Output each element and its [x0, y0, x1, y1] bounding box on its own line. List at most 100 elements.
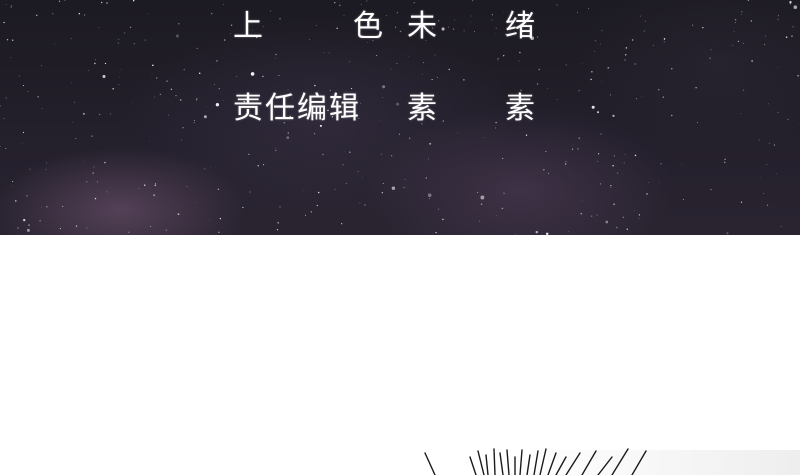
star [734, 22, 736, 24]
star [46, 162, 47, 164]
star [41, 206, 42, 208]
star [5, 97, 7, 99]
star [366, 0, 368, 2]
star [658, 182, 660, 184]
star [351, 88, 353, 90]
star [154, 183, 157, 185]
star [724, 158, 726, 160]
star [94, 62, 96, 65]
star [503, 192, 505, 194]
star [222, 4, 224, 6]
star [777, 18, 779, 21]
star [26, 228, 30, 232]
star [334, 188, 336, 190]
star [780, 226, 782, 227]
credit-editor-name1: 素 [407, 91, 437, 126]
star [491, 19, 493, 21]
star [345, 183, 347, 184]
star [102, 75, 106, 78]
star [277, 222, 279, 224]
star [399, 30, 402, 33]
star [159, 93, 161, 95]
star [599, 183, 602, 185]
star [453, 28, 455, 30]
star [219, 217, 222, 220]
star [497, 57, 499, 59]
star [391, 186, 396, 190]
star [118, 38, 120, 40]
star [638, 214, 641, 216]
star [435, 231, 437, 234]
star [211, 12, 213, 15]
star [545, 150, 547, 153]
star [463, 79, 465, 81]
star [101, 1, 103, 4]
star-field [0, 0, 799, 235]
star [787, 118, 789, 121]
star [390, 68, 392, 70]
star [83, 161, 85, 162]
star [287, 132, 290, 134]
star [751, 60, 753, 62]
star [732, 45, 734, 46]
star [695, 87, 697, 89]
star [98, 27, 100, 28]
star [437, 77, 438, 78]
star [422, 62, 424, 64]
star [646, 193, 648, 195]
star [682, 198, 685, 201]
star [104, 62, 107, 65]
star [41, 108, 43, 110]
star [591, 71, 593, 73]
star [314, 133, 316, 135]
star [206, 106, 207, 108]
star [587, 7, 590, 10]
star [600, 133, 602, 135]
star [777, 66, 779, 68]
star [83, 113, 85, 115]
star [740, 201, 743, 203]
star [501, 207, 504, 210]
star [636, 98, 638, 100]
star [543, 169, 545, 171]
star [470, 15, 472, 17]
star [10, 5, 12, 6]
star [92, 172, 94, 174]
star [269, 10, 271, 12]
star [35, 14, 38, 17]
star [218, 88, 220, 90]
star [382, 85, 386, 89]
star [442, 120, 444, 122]
star [428, 197, 430, 199]
star [747, 0, 750, 1]
star [765, 35, 766, 37]
star [10, 6, 12, 8]
star [610, 184, 612, 187]
star [209, 166, 211, 168]
star [71, 82, 72, 84]
star [309, 39, 310, 41]
star [130, 26, 132, 28]
star [740, 113, 742, 115]
star [616, 226, 618, 229]
star [391, 155, 393, 157]
star [46, 205, 48, 208]
star [37, 96, 39, 98]
star [23, 218, 26, 222]
star [470, 21, 471, 23]
star [582, 199, 584, 201]
star [431, 78, 433, 81]
star [407, 56, 409, 58]
star [58, 0, 61, 2]
star [474, 31, 476, 33]
star [758, 139, 760, 141]
star [5, 3, 7, 5]
star [457, 132, 459, 134]
star [479, 220, 481, 222]
star [773, 144, 775, 146]
star [144, 39, 146, 41]
star [726, 232, 729, 235]
star [45, 169, 47, 171]
star [425, 177, 427, 179]
star [218, 231, 220, 233]
